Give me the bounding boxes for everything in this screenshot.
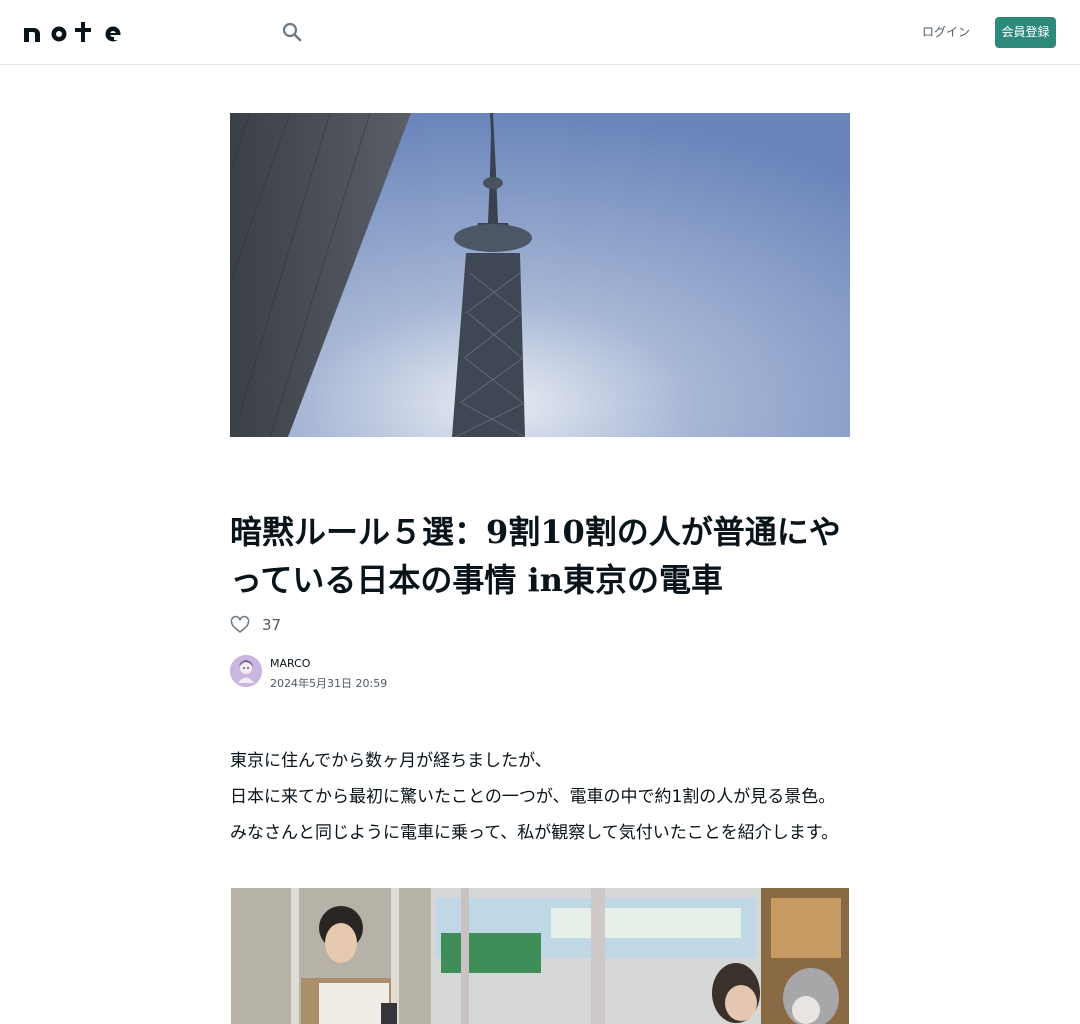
note-logo[interactable] [24, 22, 122, 42]
publish-date: 2024年5月31日 20:59 [270, 677, 388, 690]
hero-image-tokyo-skytree [230, 113, 850, 437]
signup-button[interactable]: 会員登録 [995, 17, 1056, 48]
article-body: 東京に住んでから数ヶ月が経ちましたが、 日本に来てから最初に驚いたことの一つが、… [230, 743, 850, 851]
body-paragraph: 東京に住んでから数ヶ月が経ちましたが、 [230, 751, 552, 771]
like-section: 37 [230, 612, 281, 638]
login-link[interactable]: ログイン [922, 22, 970, 42]
site-header: ログイン 会員登録 [0, 0, 1080, 65]
body-paragraph: みなさんと同じように電車に乗って、私が観察して気付いたことを紹介します。 [230, 823, 839, 843]
heart-outline-icon[interactable] [230, 615, 250, 635]
avatar[interactable] [230, 655, 262, 687]
article-title: 暗黙ルール５選：9割10割の人が普通にやっている日本の事情 in東京の電車 [230, 513, 841, 599]
body-paragraph: 日本に来てから最初に驚いたことの一つが、電車の中で約1割の人が見る景色。 [230, 787, 836, 807]
train-interior-photo [231, 888, 849, 1024]
search-icon[interactable] [280, 20, 304, 44]
like-count: 37 [262, 616, 282, 634]
author-name[interactable]: MARCO [270, 657, 310, 670]
